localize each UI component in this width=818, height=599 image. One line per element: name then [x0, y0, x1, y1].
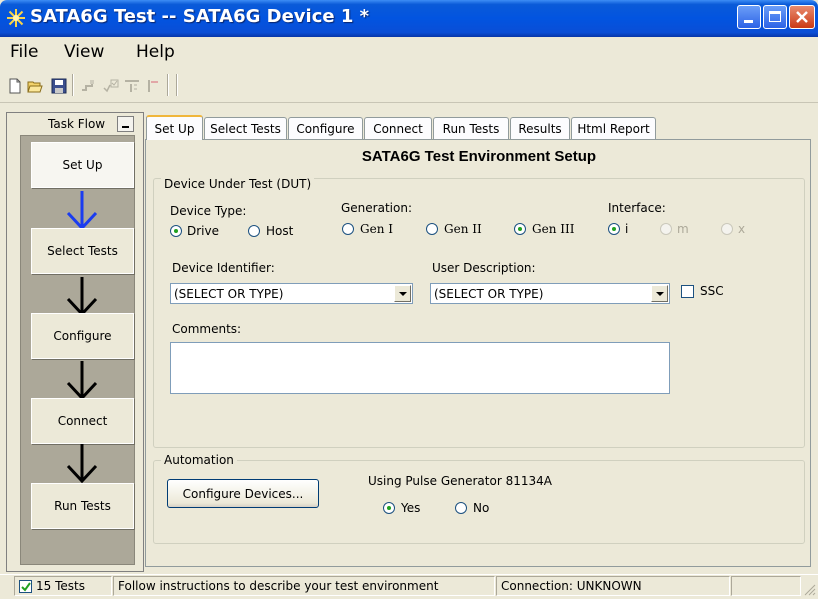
resize-grip-icon[interactable] — [802, 582, 816, 596]
menu-file[interactable]: File — [10, 42, 38, 62]
device-identifier-combo[interactable]: (SELECT OR TYPE) — [170, 283, 413, 304]
results-icon[interactable] — [146, 78, 162, 94]
toolbar-separator — [167, 74, 169, 96]
minimize-button[interactable] — [737, 5, 761, 29]
app-logo-icon — [7, 9, 25, 27]
generation-gen1-label: Gen I — [360, 222, 393, 236]
tests-count-cell[interactable]: 15 Tests — [14, 576, 112, 596]
tab-connect[interactable]: Connect — [364, 117, 432, 139]
task-flow-minimize-button[interactable] — [117, 116, 134, 132]
device-type-host-label: Host — [266, 224, 294, 238]
menu-help[interactable]: Help — [136, 42, 175, 62]
generation-label: Generation: — [341, 201, 412, 215]
close-button[interactable] — [789, 5, 815, 29]
new-file-icon[interactable] — [7, 78, 23, 94]
generation-gen2-label: Gen II — [444, 222, 482, 236]
flow-arrow-down-icon — [66, 361, 98, 401]
flow-arrow-down-icon — [66, 191, 98, 231]
pulse-no-label: No — [473, 501, 490, 515]
interface-label: Interface: — [608, 201, 666, 215]
user-description-combo[interactable]: (SELECT OR TYPE) — [430, 283, 670, 304]
open-folder-icon[interactable] — [27, 78, 43, 94]
dut-group — [153, 178, 805, 448]
connect-icon[interactable] — [80, 78, 96, 94]
window-title: SATA6G Test -- SATA6G Device 1 * — [30, 6, 370, 27]
pulse-yes-label: Yes — [401, 501, 421, 515]
comments-textarea[interactable] — [170, 342, 670, 394]
generation-gen3-radio[interactable] — [514, 223, 526, 235]
check-icon — [21, 581, 31, 592]
toolbar-separator — [176, 74, 178, 96]
interface-m-label: m — [677, 222, 689, 236]
connection-status: Connection: UNKNOWN — [496, 576, 730, 596]
user-description-value: (SELECT OR TYPE) — [434, 287, 544, 301]
generation-gen1-radio[interactable] — [342, 223, 354, 235]
flow-step-set-up[interactable]: Set Up — [31, 142, 134, 188]
comments-label: Comments: — [172, 322, 242, 336]
menu-view[interactable]: View — [64, 42, 104, 62]
toolbar — [0, 68, 818, 103]
dut-group-legend: Device Under Test (DUT) — [161, 177, 315, 191]
flow-arrow-down-icon — [66, 444, 98, 484]
user-description-label: User Description: — [432, 261, 536, 275]
device-type-drive-label: Drive — [187, 224, 219, 238]
flow-step-connect[interactable]: Connect — [31, 398, 134, 444]
menu-bar — [0, 37, 818, 67]
automation-group-legend: Automation — [161, 453, 237, 467]
chevron-down-icon[interactable] — [394, 285, 411, 302]
flow-step-select-tests[interactable]: Select Tests — [31, 228, 134, 274]
generation-gen2-radio[interactable] — [426, 223, 438, 235]
chevron-down-icon[interactable] — [651, 285, 668, 302]
tests-count: 15 Tests — [36, 579, 85, 593]
flow-step-configure[interactable]: Configure — [31, 313, 134, 359]
interface-x-label: x — [738, 222, 746, 236]
save-icon[interactable] — [51, 78, 67, 94]
tab-html-report[interactable]: Html Report — [571, 117, 656, 139]
ssc-label: SSC — [700, 284, 724, 298]
tab-configure[interactable]: Configure — [288, 117, 363, 139]
status-message: Follow instructions to describe your tes… — [113, 576, 495, 596]
configure-devices-button[interactable]: Configure Devices... — [167, 479, 319, 508]
tests-checkbox[interactable] — [19, 579, 32, 593]
device-type-drive-radio[interactable] — [170, 225, 182, 237]
maximize-button[interactable] — [763, 5, 787, 29]
pulse-generator-label: Using Pulse Generator 81134A — [368, 474, 552, 488]
flow-step-run-tests[interactable]: Run Tests — [31, 483, 134, 529]
interface-m-radio[interactable] — [660, 223, 672, 235]
generation-gen3-label: Gen III — [532, 222, 575, 236]
tab-select-tests[interactable]: Select Tests — [204, 117, 287, 139]
pulse-no-radio[interactable] — [455, 502, 467, 514]
close-icon — [796, 11, 808, 23]
run-tests-icon[interactable] — [124, 78, 140, 94]
status-cell-empty — [731, 576, 801, 596]
tab-set-up[interactable]: Set Up — [146, 115, 203, 140]
task-flow-title: Task Flow — [48, 117, 106, 131]
interface-i-radio[interactable] — [608, 223, 620, 235]
ssc-checkbox[interactable] — [681, 285, 694, 298]
toolbar-separator — [72, 74, 74, 96]
device-type-label: Device Type: — [170, 204, 247, 218]
page-title: SATA6G Test Environment Setup — [361, 148, 597, 165]
device-identifier-label: Device Identifier: — [172, 261, 275, 275]
device-identifier-value: (SELECT OR TYPE) — [174, 287, 284, 301]
tab-results[interactable]: Results — [510, 117, 570, 139]
flow-arrow-down-icon — [66, 277, 98, 317]
select-tests-icon[interactable] — [103, 78, 119, 94]
tab-run-tests[interactable]: Run Tests — [433, 117, 509, 139]
device-type-host-radio[interactable] — [248, 225, 260, 237]
interface-i-label: i — [625, 222, 629, 236]
interface-x-radio[interactable] — [721, 223, 733, 235]
pulse-yes-radio[interactable] — [383, 502, 395, 514]
